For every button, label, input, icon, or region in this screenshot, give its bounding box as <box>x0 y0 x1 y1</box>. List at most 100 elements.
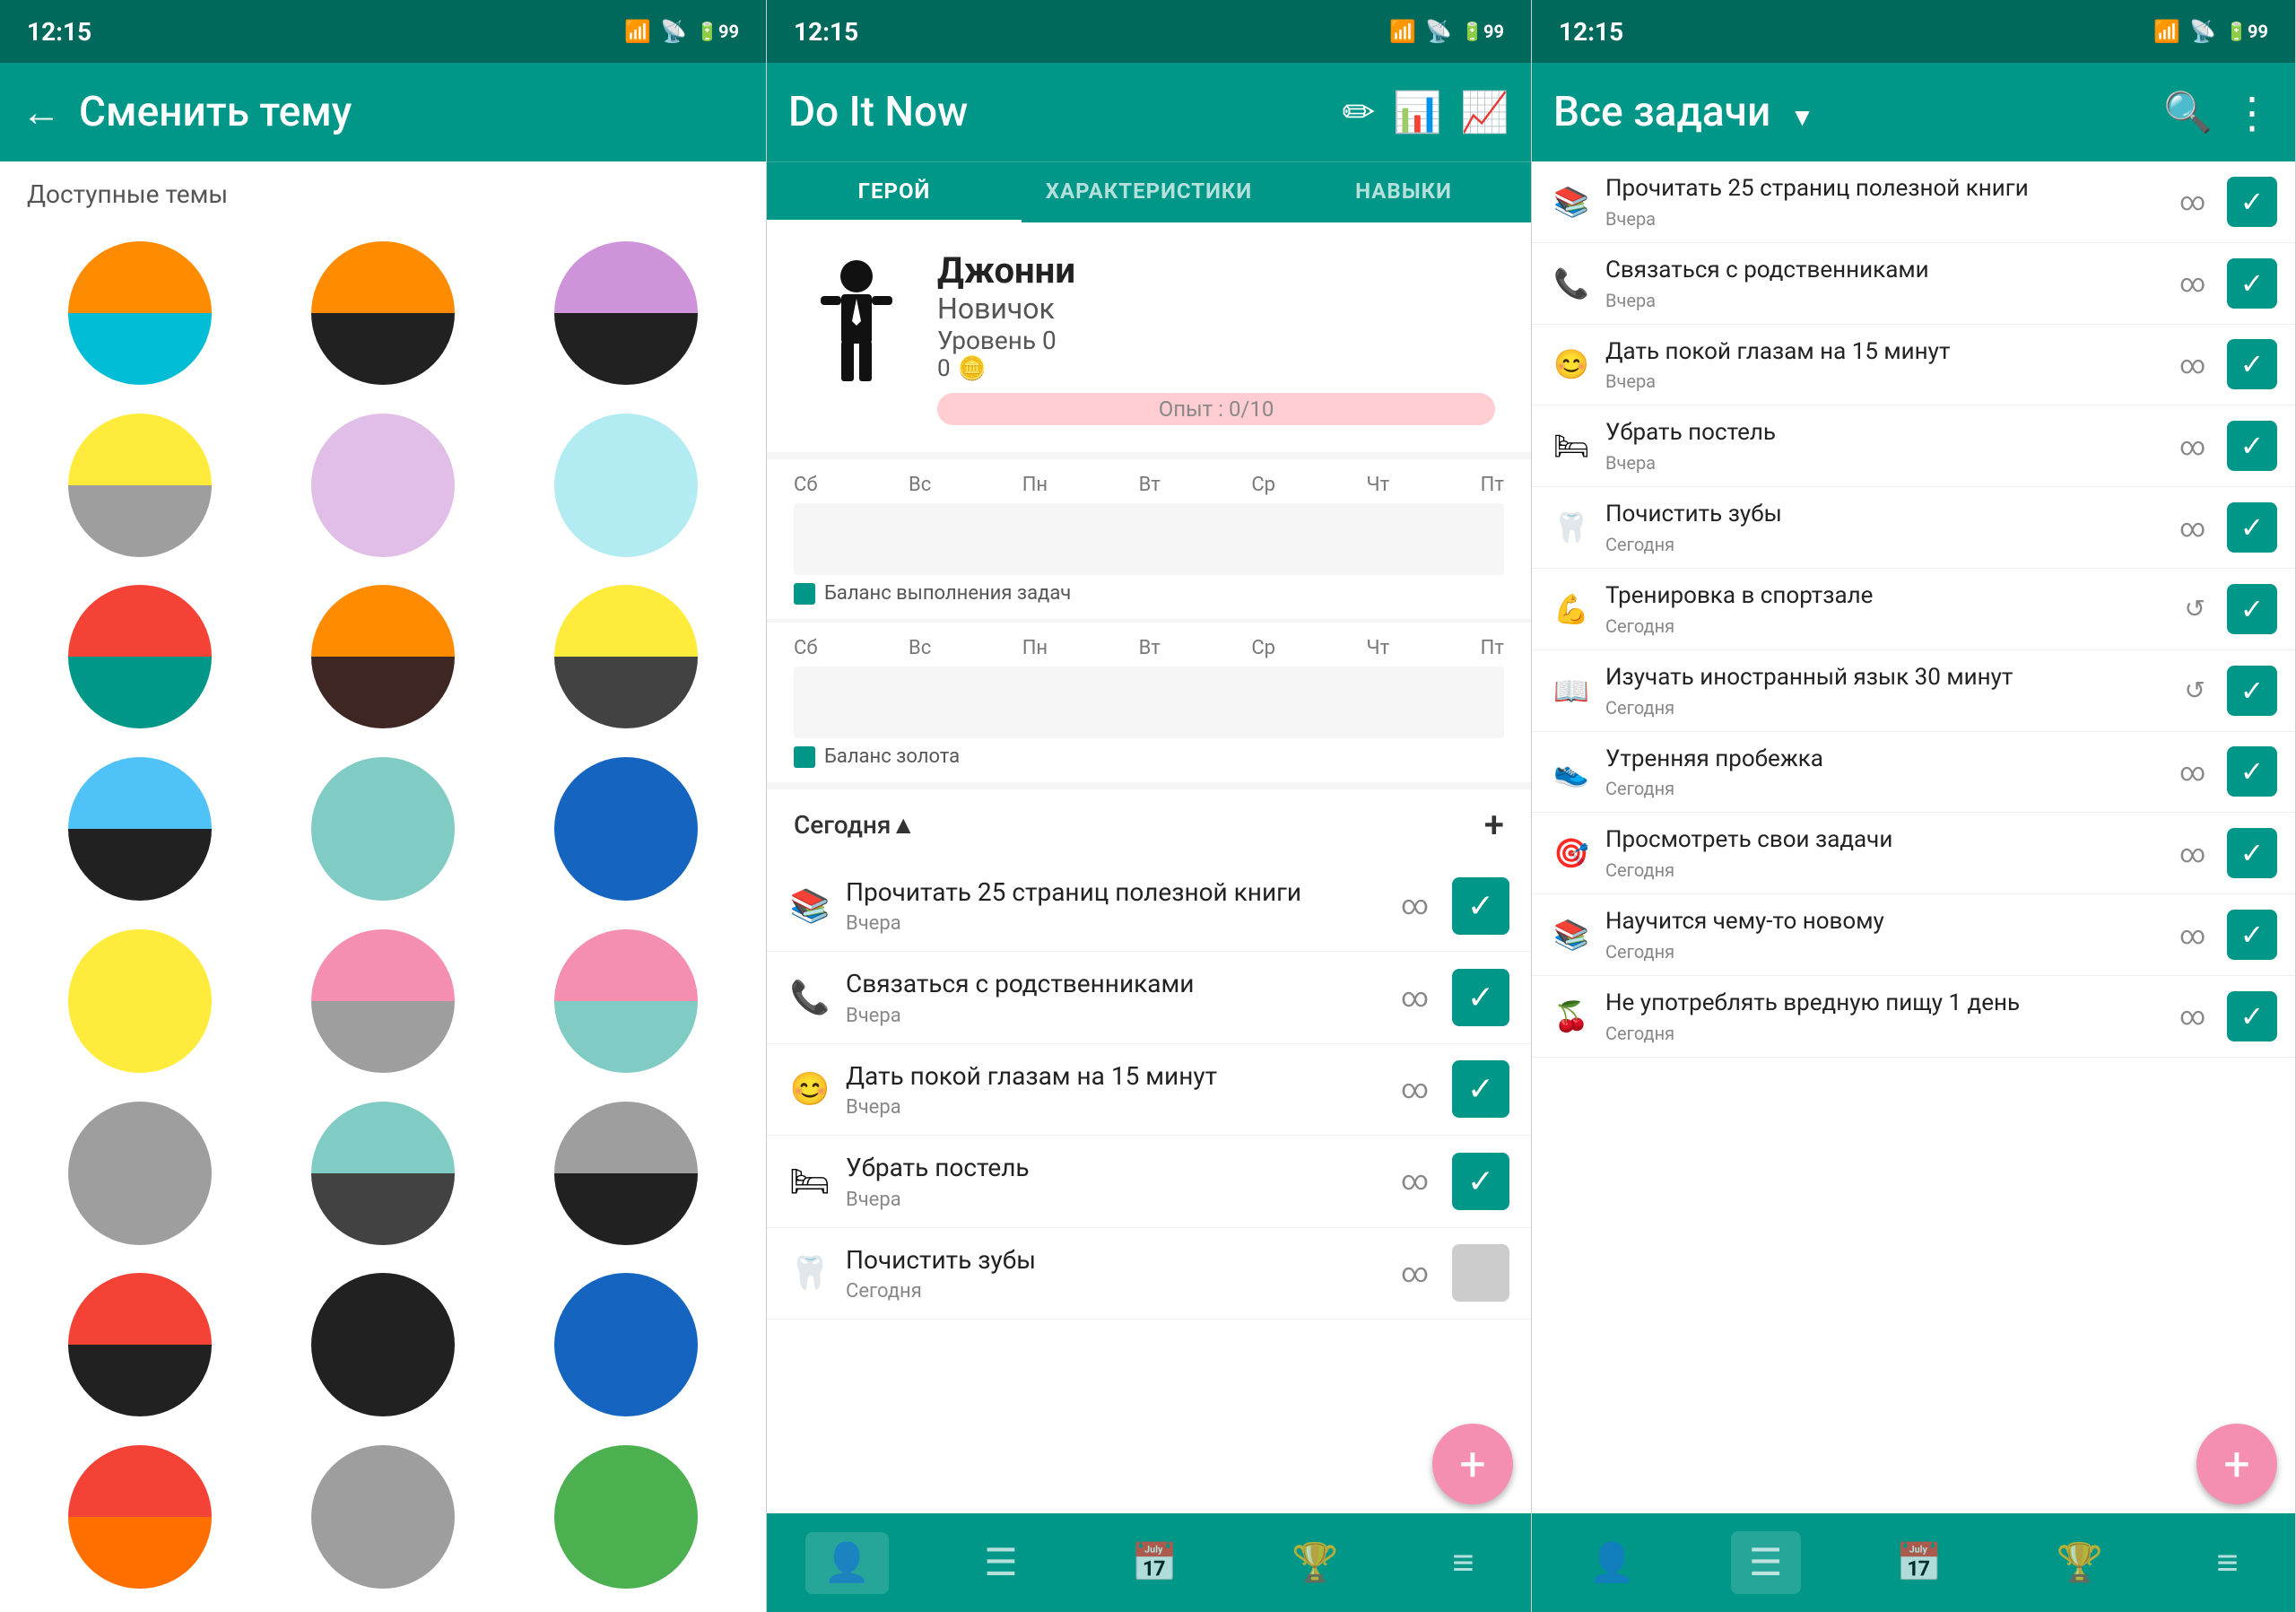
bottom-nav-item-p3-4[interactable]: ≡ <box>2198 1532 2257 1594</box>
theme-title: Сменить тему <box>79 88 744 136</box>
task-item[interactable]: 😊 Дать покой глазам на 15 минут Вчера ∞ … <box>1532 325 2295 406</box>
theme-circle-11[interactable] <box>514 752 739 906</box>
task-info: Прочитать 25 страниц полезной книги Вчер… <box>1605 174 2167 230</box>
task-item[interactable]: 🦷 Почистить зубы Сегодня ∞ ✓ <box>1532 487 2295 569</box>
task-item[interactable]: 💪 Тренировка в спортзале Сегодня ↺ ✓ <box>1532 569 2295 650</box>
tab-characteristics[interactable]: ХАРАКТЕРИСТИКИ <box>1022 162 1276 222</box>
task-check-button[interactable]: ✓ <box>2227 339 2277 389</box>
task-check-button[interactable]: ✓ <box>2227 258 2277 309</box>
theme-circle-14[interactable] <box>514 924 739 1078</box>
task-repeat: ∞ <box>2179 839 2205 868</box>
bottom-nav-p3: 👤 ☰ 📅 🏆 ≡ <box>1532 1513 2295 1612</box>
task-check-button[interactable]: ✓ <box>2227 910 2277 960</box>
theme-circle-10[interactable] <box>270 752 495 906</box>
add-task-button[interactable]: + <box>1484 804 1504 846</box>
bottom-nav-item-p3-1[interactable]: ☰ <box>1731 1531 1801 1594</box>
task-check-button[interactable] <box>1452 1244 1509 1302</box>
theme-circle-13[interactable] <box>270 924 495 1078</box>
theme-circle-20[interactable] <box>514 1268 739 1423</box>
bottom-nav-item-p2-2[interactable]: 📅 <box>1113 1532 1196 1594</box>
task-name: Прочитать 25 страниц полезной книги <box>846 876 1387 909</box>
all-tasks-title: Все задачи ▼ <box>1553 88 2145 136</box>
theme-circle-16[interactable] <box>270 1096 495 1250</box>
task-info: Дать покой глазам на 15 минут Вчера <box>846 1060 1387 1119</box>
task-check-button[interactable]: ✓ <box>1452 1153 1509 1210</box>
theme-circle-3[interactable] <box>27 408 252 562</box>
status-icons-p1: 📶 📡 🔋99 <box>624 19 739 44</box>
bottom-nav-item-p3-0[interactable]: 👤 <box>1570 1532 1653 1594</box>
task-item[interactable]: 😊 Дать покой глазам на 15 минут Вчера ∞ … <box>767 1044 1531 1136</box>
task-item[interactable]: 📚 Прочитать 25 страниц полезной книги Вч… <box>767 860 1531 952</box>
status-bar-p1: 12:15 📶 📡 🔋99 <box>0 0 766 63</box>
more-icon[interactable]: ⋮ <box>2231 87 2274 138</box>
theme-circle-5[interactable] <box>514 408 739 562</box>
task-item[interactable]: 📚 Прочитать 25 страниц полезной книги Вч… <box>1532 161 2295 243</box>
bottom-nav-item-p2-4[interactable]: ≡ <box>1434 1532 1492 1594</box>
theme-header: ← Сменить тему <box>0 63 766 161</box>
theme-circle-12[interactable] <box>27 924 252 1078</box>
task-info: Научится чему-то новому Сегодня <box>1605 907 2167 963</box>
theme-circle-21[interactable] <box>27 1440 252 1594</box>
theme-circle-19[interactable] <box>270 1268 495 1423</box>
theme-circle-4[interactable] <box>270 408 495 562</box>
task-check-button[interactable]: ✓ <box>2227 666 2277 716</box>
fab-p3[interactable]: + <box>2196 1424 2277 1504</box>
theme-circle-8[interactable] <box>514 580 739 735</box>
bottom-nav-item-p2-0[interactable]: 👤 <box>805 1532 888 1594</box>
tab-hero[interactable]: ГЕРОЙ <box>767 162 1022 222</box>
chart2-section: СбВсПнВтСрЧтПт Баланс золота <box>767 623 1531 782</box>
theme-circle-9[interactable] <box>27 752 252 906</box>
tab-skills[interactable]: НАВЫКИ <box>1276 162 1531 222</box>
theme-circle-0[interactable] <box>27 236 252 390</box>
task-item[interactable]: 🎯 Просмотреть свои задачи Сегодня ∞ ✓ <box>1532 813 2295 894</box>
task-info: Утренняя пробежка Сегодня <box>1605 745 2167 800</box>
task-check-button[interactable]: ✓ <box>2227 991 2277 1041</box>
edit-icon[interactable]: ✏ <box>1343 89 1376 135</box>
task-check-button[interactable]: ✓ <box>1452 969 1509 1026</box>
task-check-button[interactable]: ✓ <box>1452 1060 1509 1118</box>
task-item[interactable]: 👟 Утренняя пробежка Сегодня ∞ ✓ <box>1532 732 2295 814</box>
task-item[interactable]: 📚 Научится чему-то новому Сегодня ∞ ✓ <box>1532 894 2295 976</box>
task-item[interactable]: 🛏 Убрать постель Вчера ∞ ✓ <box>1532 405 2295 487</box>
task-repeat: ∞ <box>1401 1165 1429 1197</box>
themes-grid <box>0 218 766 1612</box>
task-item[interactable]: 📞 Связаться с родственниками Вчера ∞ ✓ <box>767 952 1531 1043</box>
search-icon[interactable]: 🔍 <box>2163 89 2213 135</box>
bottom-nav-item-p3-2[interactable]: 📅 <box>1878 1532 1961 1594</box>
hero-info: Джонни Новичок Уровень 0 0 🪙 Опыт : 0/10 <box>937 249 1495 425</box>
theme-circle-17[interactable] <box>514 1096 739 1250</box>
task-check-button[interactable]: ✓ <box>2227 746 2277 797</box>
fab-p2[interactable]: + <box>1432 1424 1513 1504</box>
theme-circle-6[interactable] <box>27 580 252 735</box>
task-item[interactable]: 🍒 Не употреблять вредную пищу 1 день Сег… <box>1532 976 2295 1058</box>
battery-icon-p3: 🔋99 <box>2225 21 2268 42</box>
bottom-nav-item-p2-3[interactable]: 🏆 <box>1274 1532 1356 1594</box>
task-item[interactable]: 📖 Изучать иностранный язык 30 минут Сего… <box>1532 650 2295 732</box>
task-check-button[interactable]: ✓ <box>2227 502 2277 553</box>
task-check-button[interactable]: ✓ <box>2227 177 2277 227</box>
task-name: Убрать постель <box>846 1152 1387 1184</box>
task-name: Просмотреть свои задачи <box>1605 825 2167 856</box>
bottom-nav-item-p3-3[interactable]: 🏆 <box>2039 1532 2121 1594</box>
wifi-icon-p3: 📡 <box>2189 19 2216 44</box>
bar-chart-icon[interactable]: 📊 <box>1393 89 1442 135</box>
task-name: Почистить зубы <box>1605 500 2167 530</box>
theme-circle-22[interactable] <box>270 1440 495 1594</box>
line-chart-icon[interactable]: 📈 <box>1460 89 1509 135</box>
theme-circle-18[interactable] <box>27 1268 252 1423</box>
theme-circle-2[interactable] <box>514 236 739 390</box>
theme-circle-23[interactable] <box>514 1440 739 1594</box>
task-check-button[interactable]: ✓ <box>2227 828 2277 878</box>
dropdown-icon[interactable]: ▼ <box>1790 102 1815 132</box>
task-check-button[interactable]: ✓ <box>1452 877 1509 935</box>
task-check-button[interactable]: ✓ <box>2227 421 2277 471</box>
theme-circle-7[interactable] <box>270 580 495 735</box>
task-check-button[interactable]: ✓ <box>2227 584 2277 634</box>
task-item[interactable]: 🦷 Почистить зубы Сегодня ∞ <box>767 1228 1531 1320</box>
task-item[interactable]: 📞 Связаться с родственниками Вчера ∞ ✓ <box>1532 243 2295 325</box>
theme-circle-15[interactable] <box>27 1096 252 1250</box>
bottom-nav-item-p2-1[interactable]: ☰ <box>966 1531 1036 1594</box>
theme-circle-1[interactable] <box>270 236 495 390</box>
back-button[interactable]: ← <box>22 89 61 135</box>
task-item[interactable]: 🛏 Убрать постель Вчера ∞ ✓ <box>767 1136 1531 1227</box>
